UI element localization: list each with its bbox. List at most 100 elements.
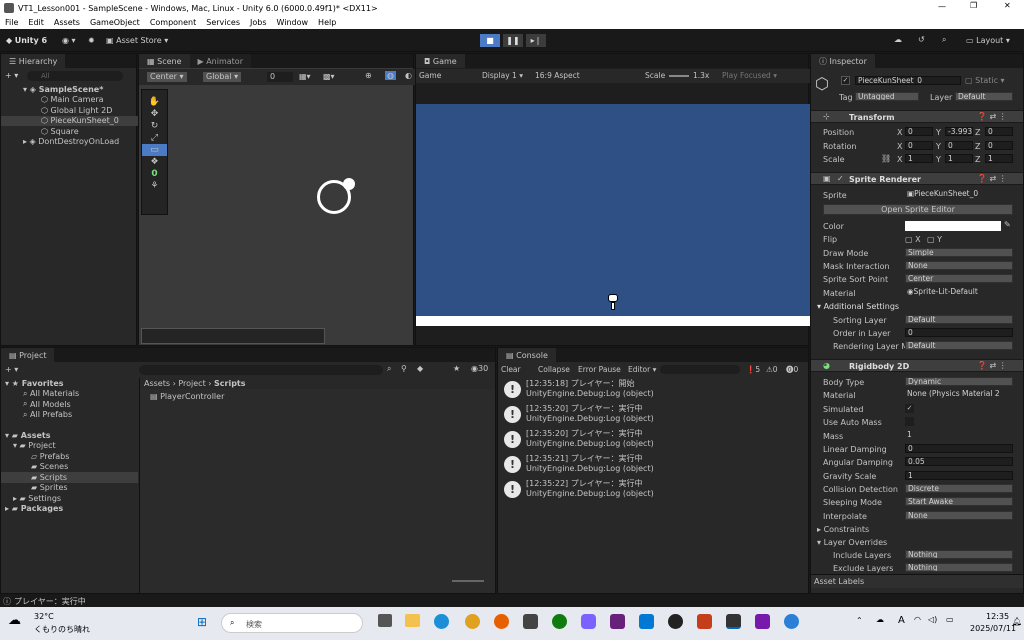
include-layers-dropdown[interactable]: Nothing: [905, 550, 1013, 559]
interpolate-dropdown[interactable]: None: [905, 511, 1013, 520]
fav-all-prefabs[interactable]: ⌕ All Prefabs: [1, 410, 138, 421]
active-checkbox[interactable]: ✓: [841, 76, 850, 85]
physics-material-field[interactable]: None (Physics Material 2: [905, 390, 1013, 399]
rotation-z[interactable]: 0: [985, 141, 1013, 150]
search-icon[interactable]: ⌕: [942, 35, 946, 45]
position-z[interactable]: 0: [985, 127, 1013, 136]
chrome-icon[interactable]: [465, 614, 480, 629]
hierarchy-item-piecekun[interactable]: ⬡ PieceKunSheet_0: [1, 115, 138, 126]
error-count[interactable]: ⓿0: [786, 363, 798, 376]
error-pause-button[interactable]: Error Pause: [578, 363, 621, 376]
hierarchy-item-main-camera[interactable]: ⬡ Main Camera: [1, 95, 138, 106]
layout-dropdown[interactable]: ▭ Layout ▾: [966, 36, 1010, 45]
globe-app-icon[interactable]: [784, 614, 799, 629]
cloud-tray-icon[interactable]: ☁: [876, 615, 884, 624]
folder-prefabs[interactable]: ▱ Prefabs: [1, 451, 138, 462]
unity-hub-icon[interactable]: [523, 614, 538, 629]
link-icon[interactable]: ⛓: [881, 154, 891, 163]
ime-indicator[interactable]: A: [898, 615, 905, 626]
custom-tool-icon[interactable]: ⚘: [142, 180, 167, 192]
tab-game[interactable]: ◘ Game: [416, 54, 465, 68]
console-search-input[interactable]: [660, 365, 740, 374]
position-x[interactable]: 0: [905, 127, 933, 136]
menu-services[interactable]: Services: [201, 18, 245, 27]
simulated-checkbox[interactable]: ✓: [905, 404, 914, 413]
project-search-input[interactable]: [139, 365, 383, 375]
tab-console[interactable]: ▤ Console: [498, 348, 556, 362]
pause-button[interactable]: ❚❚: [503, 34, 523, 47]
sorting-layer-dropdown[interactable]: Default: [905, 315, 1013, 324]
tab-scene[interactable]: ▦ Scene: [139, 54, 190, 68]
open-sprite-editor-button[interactable]: Open Sprite Editor: [823, 204, 1013, 215]
menu-assets[interactable]: Assets: [49, 18, 85, 27]
play-button[interactable]: ■: [480, 34, 500, 47]
step-button[interactable]: ▸❘: [526, 34, 546, 47]
packages-folder[interactable]: ▸ ▰ Packages: [1, 504, 138, 515]
rendering-layer-dropdown[interactable]: Default: [905, 341, 1013, 350]
component-enabled-checkbox[interactable]: ✓: [837, 174, 844, 183]
project-folder[interactable]: ▾ ▰ Project: [1, 441, 138, 452]
console-entry[interactable]: ! [12:35:18] プレイヤー：開始 UnityEngine.Debug:Lo…: [502, 379, 796, 402]
scale-x[interactable]: 1: [905, 154, 933, 163]
hierarchy-item-global-light[interactable]: ⬡ Global Light 2D: [1, 105, 138, 116]
explorer-icon[interactable]: [405, 614, 420, 627]
weather-icon[interactable]: ☁: [8, 613, 21, 628]
volume-icon[interactable]: ◁): [928, 615, 937, 624]
search-by-type-icon[interactable]: ⌕: [387, 364, 391, 374]
breadcrumb-scripts[interactable]: Scripts: [214, 379, 246, 388]
snap-input[interactable]: 0: [267, 72, 293, 82]
component-menu-icon[interactable]: ❓ ⇄ ⋮: [977, 112, 1007, 121]
exclude-layers-dropdown[interactable]: Nothing: [905, 563, 1013, 572]
favorites-header[interactable]: ▾ ★ Favorites: [1, 378, 138, 389]
clear-button[interactable]: Clear: [501, 363, 521, 376]
hierarchy-item-square[interactable]: ⬡ Square: [1, 126, 138, 137]
rotation-y[interactable]: 0: [945, 141, 973, 150]
additional-settings-foldout[interactable]: ▾ Additional Settings: [817, 302, 899, 311]
body-type-dropdown[interactable]: Dynamic: [905, 377, 1013, 386]
menu-edit[interactable]: Edit: [23, 18, 49, 27]
onenote-icon[interactable]: [755, 614, 770, 629]
clock-date[interactable]: 2025/07/11: [970, 624, 1016, 633]
game-viewport[interactable]: [416, 104, 810, 316]
folder-scenes[interactable]: ▰ Scenes: [1, 462, 138, 473]
scale-z[interactable]: 1: [985, 154, 1013, 163]
menu-gameobject[interactable]: GameObject: [85, 18, 145, 27]
move-tool-icon[interactable]: ✥: [142, 108, 167, 120]
rotation-x[interactable]: 0: [905, 141, 933, 150]
tag-dropdown[interactable]: Untagged: [855, 92, 919, 101]
scale-tool-icon[interactable]: ⤢: [142, 132, 167, 144]
console-entry[interactable]: ! [12:35:22] プレイヤー：実行中 UnityEngine.Debug:L…: [502, 479, 796, 502]
tab-animator[interactable]: ▶ Animator: [189, 54, 251, 68]
sleeping-mode-dropdown[interactable]: Start Awake: [905, 497, 1013, 506]
scale-y[interactable]: 1: [945, 154, 973, 163]
asset-store-button[interactable]: ▣ Asset Store ▾: [106, 36, 168, 45]
assets-folder[interactable]: ▾ ▰ Assets: [1, 430, 138, 441]
flip-y-toggle[interactable]: ▢ Y: [927, 235, 942, 244]
material-field[interactable]: ◉Sprite-Lit-Default: [905, 288, 1013, 297]
play-focused-dropdown[interactable]: Play Focused ▾: [722, 69, 777, 83]
flip-x-toggle[interactable]: ▢ X: [905, 235, 921, 244]
vscode-icon[interactable]: [639, 614, 654, 629]
rotate-tool-icon[interactable]: ↻: [142, 120, 167, 132]
order-in-layer-input[interactable]: 0: [905, 328, 1013, 337]
mass-input[interactable]: 1: [905, 431, 1013, 440]
hierarchy-item-scene[interactable]: ▾ ◈ SampleScene*: [1, 84, 138, 95]
globe-view-icon[interactable]: ⊕: [365, 71, 372, 80]
fav-all-models[interactable]: ⌕ All Models: [1, 399, 138, 410]
layer-overrides-foldout[interactable]: ▾ Layer Overrides: [817, 538, 887, 547]
rigidbody-header[interactable]: ◕ Rigidbody 2D ❓ ⇄ ⋮: [811, 359, 1023, 372]
copilot-icon[interactable]: [581, 614, 596, 629]
visual-studio-icon[interactable]: [610, 614, 625, 629]
scale-slider[interactable]: [669, 75, 689, 77]
audio-icon[interactable]: ◐: [405, 71, 412, 80]
menu-help[interactable]: Help: [313, 18, 341, 27]
sort-point-dropdown[interactable]: Center: [905, 274, 1013, 283]
asset-labels-bar[interactable]: Asset Labels: [811, 574, 1023, 588]
gravity-scale-input[interactable]: 1: [905, 471, 1013, 480]
grid-icon[interactable]: ▦▾: [299, 72, 311, 81]
edge-icon[interactable]: [434, 614, 449, 629]
powerpoint-icon[interactable]: [697, 614, 712, 629]
console-entry[interactable]: ! [12:35:21] プレイヤー：実行中 UnityEngine.Debug:L…: [502, 454, 796, 477]
snap-grid-icon[interactable]: ▩▾: [323, 72, 335, 81]
component-menu-icon[interactable]: ❓ ⇄ ⋮: [977, 174, 1007, 183]
